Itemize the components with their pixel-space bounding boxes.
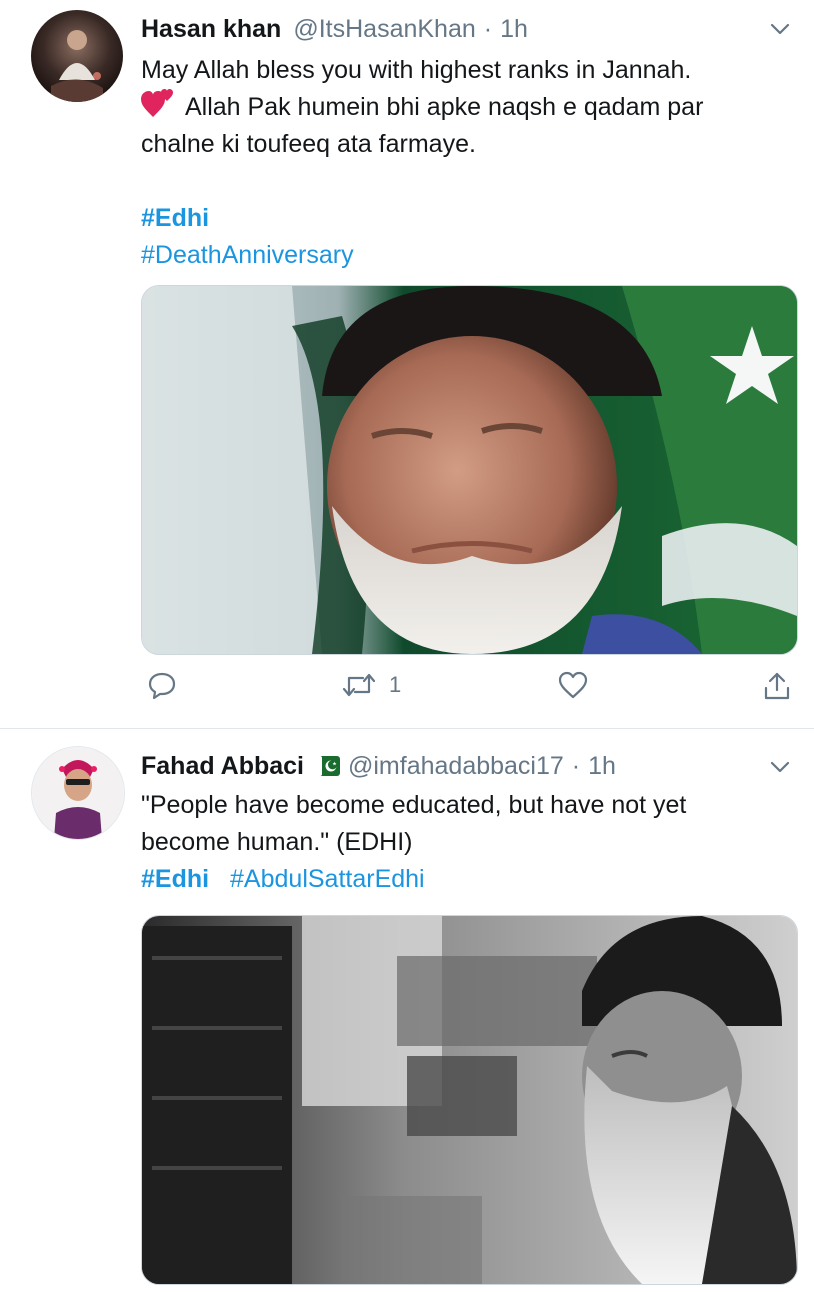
avatar[interactable] [31, 10, 123, 102]
tweet-text-line: become human." (EDHI) [141, 828, 413, 856]
hashtag-link[interactable]: #AbdulSattarEdhi [230, 865, 425, 893]
tweet[interactable]: Hasan khan @ItsHasanKhan · 1h May Allah … [0, 0, 814, 728]
tweet-text-line-content: Allah Pak humein bhi apke naqsh e qadam … [185, 93, 704, 121]
retweet-count: 1 [389, 672, 402, 697]
two-hearts-icon [141, 89, 173, 117]
tweet-text: "People have become educated, but have n… [141, 787, 686, 898]
display-name[interactable]: Fahad Abbaci [141, 752, 304, 781]
tweet-actions: 1 [141, 670, 796, 710]
like-button[interactable] [557, 670, 589, 700]
hashtag-row: #Edhi #AbdulSattarEdhi [141, 861, 686, 898]
separator-dot: · [571, 751, 581, 780]
tweet-text-line: Allah Pak humein bhi apke naqsh e qadam … [141, 89, 703, 126]
retweet-icon [342, 673, 376, 697]
tweet-media-image[interactable] [141, 915, 798, 1285]
heart-icon [558, 671, 588, 699]
hashtag-link[interactable]: #Edhi [141, 865, 209, 893]
user-handle[interactable]: @imfahadabbaci17 [348, 752, 564, 781]
pakistan-flag-icon [316, 756, 340, 776]
tweet-header: Fahad Abbaci @imfahadabbaci17 · 1h [141, 749, 616, 783]
chevron-down-icon[interactable] [770, 22, 790, 36]
tweet[interactable]: Fahad Abbaci @imfahadabbaci17 · 1h "Peop… [0, 729, 814, 1292]
user-handle[interactable]: @ItsHasanKhan [293, 15, 475, 44]
tweet-text-line: "People have become educated, but have n… [141, 791, 687, 819]
tweet-text-line: chalne ki toufeeq ata farmaye. [141, 130, 476, 158]
retweet-button[interactable]: 1 [341, 670, 401, 700]
display-name[interactable]: Hasan khan [141, 15, 281, 44]
reply-icon [148, 672, 176, 700]
tweet-media-image[interactable] [141, 285, 798, 655]
hashtag-link[interactable]: #DeathAnniversary [141, 237, 703, 274]
timestamp[interactable]: 1h [500, 15, 528, 44]
timestamp[interactable]: 1h [588, 752, 616, 781]
separator-dot: · [483, 14, 493, 43]
tweet-text: May Allah bless you with highest ranks i… [141, 52, 703, 274]
tweet-text-line: May Allah bless you with highest ranks i… [141, 56, 692, 84]
tweet-header: Hasan khan @ItsHasanKhan · 1h [141, 12, 528, 46]
share-button[interactable] [761, 670, 793, 702]
avatar[interactable] [31, 746, 125, 840]
reply-button[interactable] [147, 670, 177, 700]
hashtag-link[interactable]: #Edhi [141, 200, 703, 237]
share-icon [764, 672, 790, 700]
chevron-down-icon[interactable] [770, 760, 790, 774]
